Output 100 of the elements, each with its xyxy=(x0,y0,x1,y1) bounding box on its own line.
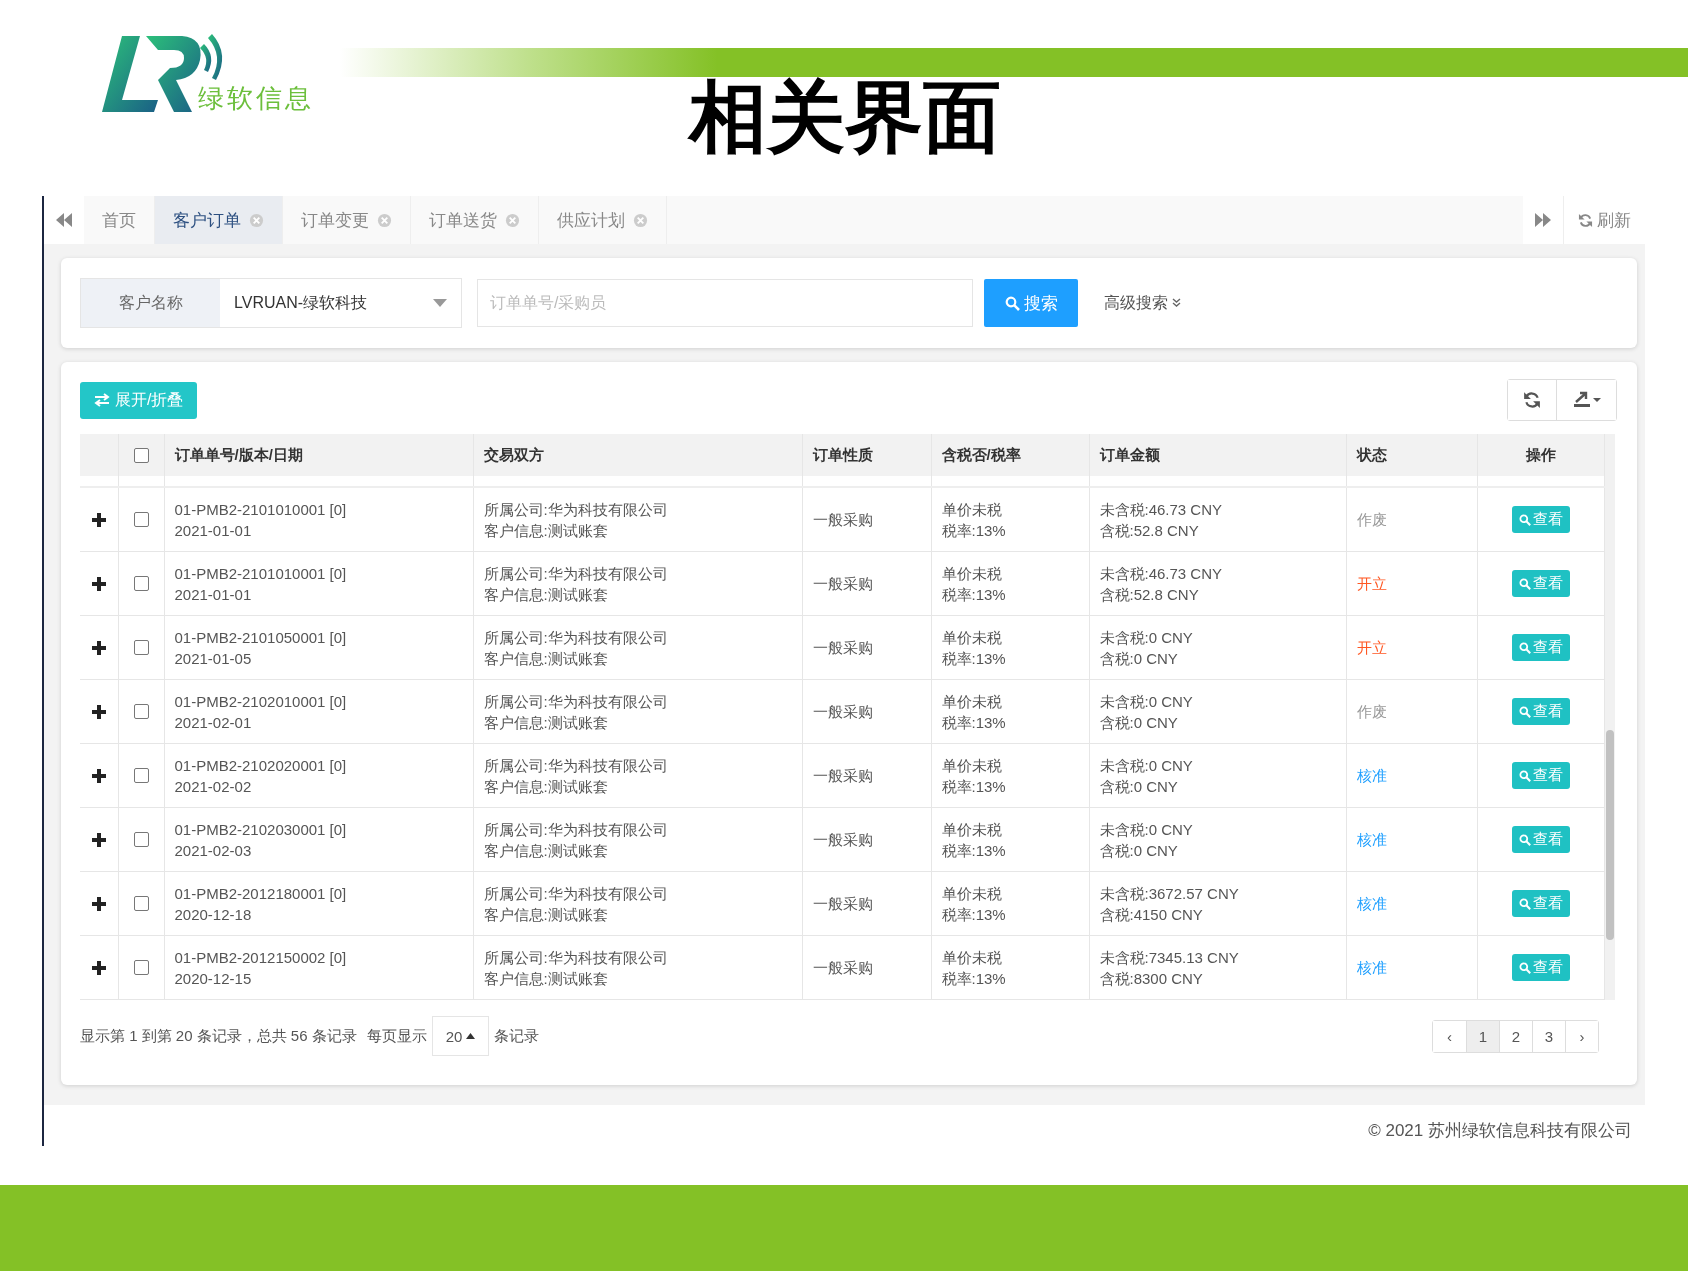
page-button[interactable]: 1 xyxy=(1466,1020,1499,1052)
cell-text: 所属公司:华为科技有限公司 客户信息:测试账套 xyxy=(483,947,669,989)
double-left-icon xyxy=(56,213,72,227)
caret-icon xyxy=(466,1033,476,1039)
row-checkbox[interactable] xyxy=(133,896,149,911)
refresh-icon xyxy=(1578,212,1593,228)
export-button[interactable] xyxy=(1556,380,1616,420)
row-checkbox[interactable] xyxy=(133,512,149,527)
status-label: 核准 xyxy=(1346,743,1477,808)
cell-text: 未含税:0 CNY 含税:0 CNY xyxy=(1099,819,1194,861)
plus-icon xyxy=(91,768,106,783)
advanced-search-link[interactable]: 高级搜索 xyxy=(1098,291,1187,315)
plus-icon xyxy=(91,512,106,527)
select-all-checkbox[interactable] xyxy=(133,447,149,463)
plus-icon xyxy=(91,704,106,719)
search-button[interactable]: 搜索 xyxy=(984,279,1078,327)
cell-text: 01-PMB2-2102030001 [0] 2021-02-03 xyxy=(174,819,348,861)
view-button[interactable]: 查看 xyxy=(1511,890,1570,917)
cell-text: 未含税:46.73 CNY 含税:52.8 CNY xyxy=(1099,499,1224,541)
export-icon xyxy=(1571,391,1602,409)
column-header: 交易双方 xyxy=(473,434,802,476)
row-checkbox[interactable] xyxy=(133,576,149,591)
scroll-right-button[interactable] xyxy=(1523,196,1563,244)
view-button[interactable]: 查看 xyxy=(1511,570,1570,597)
row-checkbox[interactable] xyxy=(133,768,149,783)
row-checkbox[interactable] xyxy=(133,832,149,847)
view-button[interactable]: 查看 xyxy=(1511,762,1570,789)
cell-text: 所属公司:华为科技有限公司 客户信息:测试账套 xyxy=(483,499,669,541)
cell-text: 所属公司:华为科技有限公司 客户信息:测试账套 xyxy=(483,691,669,733)
refresh-button[interactable]: 刷新 xyxy=(1563,196,1645,244)
table-cell: 一般采购 xyxy=(802,935,931,1000)
view-button[interactable]: 查看 xyxy=(1511,698,1570,725)
cell-text: 单价未税 税率:13% xyxy=(941,627,1007,669)
close-icon xyxy=(377,212,392,228)
cell-text: 未含税:3672.57 CNY 含税:4150 CNY xyxy=(1099,883,1240,925)
table-cell: 一般采购 xyxy=(802,807,931,872)
cell-text: 所属公司:华为科技有限公司 客户信息:测试账套 xyxy=(483,819,669,861)
plus-icon xyxy=(91,896,106,911)
search-icon xyxy=(1518,897,1531,910)
plus-icon xyxy=(91,960,106,975)
search-field[interactable]: 订单单号/采购员 xyxy=(477,279,973,327)
table-cell: 一般采购 xyxy=(802,551,931,616)
plus-icon xyxy=(91,576,106,591)
search-icon xyxy=(1004,295,1020,311)
cell-text: 单价未税 税率:13% xyxy=(941,947,1007,989)
status-label: 开立 xyxy=(1346,615,1477,680)
expand-collapse-button[interactable]: 展开/折叠 xyxy=(80,381,198,419)
column-header: 操作 xyxy=(1477,434,1604,476)
column-header: 订单单号/版本/日期 xyxy=(164,434,473,476)
row-checkbox[interactable] xyxy=(133,960,149,975)
status-label: 开立 xyxy=(1346,551,1477,616)
page-size-select[interactable]: 20 xyxy=(431,1016,490,1056)
cell-text: 01-PMB2-2101050001 [0] 2021-01-05 xyxy=(174,627,348,669)
cell-text: 01-PMB2-2102020001 [0] 2021-02-02 xyxy=(174,755,348,797)
search-icon xyxy=(1518,641,1531,654)
scrollbar[interactable] xyxy=(1604,434,1615,1000)
search-icon xyxy=(1518,705,1531,718)
close-icon xyxy=(505,212,520,228)
column-header: 订单金额 xyxy=(1089,434,1346,476)
cell-text: 单价未税 税率:13% xyxy=(941,883,1007,925)
table-cell: 一般采购 xyxy=(802,679,931,744)
cell-text: 所属公司:华为科技有限公司 客户信息:测试账套 xyxy=(483,627,669,669)
status-label: 作废 xyxy=(1346,487,1477,552)
double-chevron-icon xyxy=(1172,298,1181,308)
tab[interactable]: 订单变更 xyxy=(283,196,411,244)
view-button[interactable]: 查看 xyxy=(1511,506,1570,533)
per-page-suffix: 条记录 xyxy=(494,1026,540,1046)
cell-text: 01-PMB2-2101010001 [0] 2021-01-01 xyxy=(174,563,348,605)
refresh-icon xyxy=(1523,391,1541,409)
double-right-icon xyxy=(1535,213,1551,227)
status-label: 核准 xyxy=(1346,935,1477,1000)
search-icon xyxy=(1518,577,1531,590)
cell-text: 01-PMB2-2102010001 [0] 2021-02-01 xyxy=(174,691,348,733)
brand-name: 绿软信息 xyxy=(198,82,314,115)
scroll-left-button[interactable] xyxy=(44,196,84,244)
copyright: © 2021 苏州绿软信息科技有限公司 xyxy=(1367,1120,1633,1142)
status-label: 核准 xyxy=(1346,871,1477,936)
cell-text: 单价未税 税率:13% xyxy=(941,755,1007,797)
cell-text: 未含税:0 CNY 含税:0 CNY xyxy=(1099,627,1194,669)
cell-text: 未含税:0 CNY 含税:0 CNY xyxy=(1099,755,1194,797)
column-header: 订单性质 xyxy=(802,434,931,476)
cell-text: 单价未税 税率:13% xyxy=(941,563,1007,605)
slide-title: 相关界面 xyxy=(686,75,1002,159)
view-button[interactable]: 查看 xyxy=(1511,826,1570,853)
search-icon xyxy=(1518,769,1531,782)
cell-text: 单价未税 税率:13% xyxy=(941,691,1007,733)
search-icon xyxy=(1518,833,1531,846)
row-checkbox[interactable] xyxy=(133,640,149,655)
next-page-button[interactable]: › xyxy=(1565,1020,1598,1052)
cell-text: 未含税:0 CNY 含税:0 CNY xyxy=(1099,691,1194,733)
row-checkbox[interactable] xyxy=(133,704,149,719)
view-button[interactable]: 查看 xyxy=(1511,954,1570,981)
cell-text: 01-PMB2-2012150002 [0] 2020-12-15 xyxy=(174,947,348,989)
tab[interactable]: 订单送货 xyxy=(411,196,539,244)
plus-icon xyxy=(91,640,106,655)
plus-icon xyxy=(91,832,106,847)
tab[interactable]: 客户订单 xyxy=(155,196,283,244)
per-page-label: 每页显示 xyxy=(366,1026,427,1046)
view-button[interactable]: 查看 xyxy=(1511,634,1570,661)
tab[interactable]: 供应计划 xyxy=(539,196,667,244)
